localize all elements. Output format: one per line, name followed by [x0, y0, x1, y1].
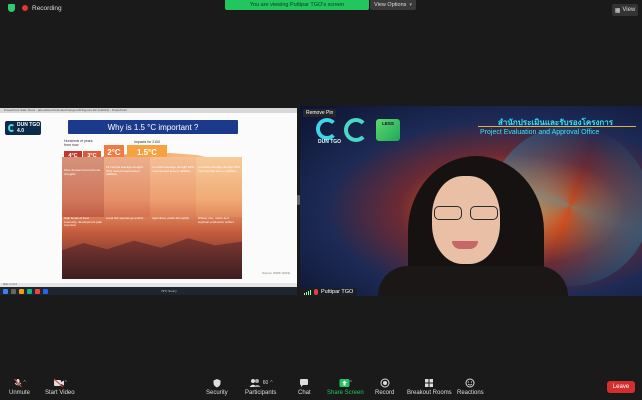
breakout-rooms-label: Breakout Rooms [407, 390, 452, 396]
participants-icon [249, 379, 261, 387]
impact-row2-4c: High levels of food insecurity, developm… [64, 216, 102, 228]
impact-row2-3c: Local fish species go extinct [106, 216, 144, 220]
reactions-label: Reactions [457, 390, 484, 396]
person-mouth [452, 241, 478, 249]
breakout-rooms-button[interactable]: Breakout Rooms [407, 378, 452, 396]
grid-icon: ▦ [614, 7, 621, 14]
chevron-up-icon[interactable]: ^ [23, 380, 25, 386]
mic-muted-icon [14, 378, 23, 388]
browser-icon[interactable] [27, 288, 32, 294]
dun-logo-icon [8, 124, 16, 132]
remove-pin-button[interactable]: Remove Pin [303, 109, 337, 117]
participants-button[interactable]: 60 ^ Participants [245, 378, 276, 396]
video-off-icon [53, 378, 64, 388]
slide-source: Source: WWF (2019) [262, 271, 291, 275]
slide-logo: DUN TGO 4.0 [5, 121, 41, 135]
share-screen-button[interactable]: ^ Share Screen [327, 378, 364, 396]
shield-icon [8, 4, 15, 12]
powerpoint-icon[interactable] [35, 288, 40, 294]
security-button[interactable]: Security [206, 378, 228, 396]
slide-title: Why is 1.5 °C important ? [68, 120, 238, 134]
impact-row1-2c: 4 months average drought 41% more burned… [152, 165, 194, 173]
security-label: Security [206, 390, 228, 396]
view-button[interactable]: ▦ View [612, 4, 638, 16]
windows-taskbar: 79°F Sunny [0, 287, 297, 295]
meeting-toolbar: ^ Unmute ^ Start Video Security 60 ^ Par… [0, 373, 642, 400]
record-dot-icon [22, 5, 28, 11]
impact-scene: More frequent and extreme droughts 16 mo… [62, 157, 242, 279]
record-icon [380, 378, 390, 388]
dun-logo-icon [316, 118, 338, 140]
slide-logo-text: DUN TGO 4.0 [17, 122, 41, 134]
folder-icon[interactable] [19, 288, 24, 294]
participant-video: Remove Pin DUN TGO LESS สำนักประเมินและร… [300, 106, 642, 296]
impact-row1-3c: 16 months average drought 51% more burne… [106, 165, 143, 177]
leave-button[interactable]: Leave [607, 381, 635, 393]
impact-row2-2c: Agriculture yields fall rapidly [152, 216, 190, 220]
label-historic: Hundreds of years from now [64, 139, 93, 147]
top-bar: Recording You are viewing Puttipar TGO's… [0, 0, 642, 18]
weather-text: 79°F Sunny [161, 289, 177, 293]
viewing-banner: You are viewing Puttipar TGO's screen [225, 0, 369, 10]
zoom-icon[interactable] [43, 288, 48, 294]
office-name-english: Project Evaluation and Approval Office [480, 129, 600, 136]
record-button[interactable]: Record [375, 378, 394, 396]
person-face [432, 176, 500, 264]
participant-name-bar: Puttipar TGO [300, 288, 358, 296]
chevron-down-icon: ▾ [409, 2, 412, 8]
view-button-label: View [622, 7, 636, 13]
impact-row2-1-5c: Wheat, rice, maize and soybean productio… [198, 216, 234, 224]
impact-row1-4c: More frequent and extreme droughts [64, 168, 101, 176]
recording-indicator[interactable]: Recording [8, 4, 62, 12]
person-body [378, 266, 568, 296]
participants-label: Participants [245, 390, 277, 396]
shared-screen: PowerPoint Slide Show - [aboutDueToClima… [0, 108, 297, 295]
start-video-button[interactable]: ^ Start Video [45, 378, 75, 396]
mic-muted-icon [314, 289, 318, 295]
chat-label: Chat [298, 390, 311, 396]
signal-icon [304, 289, 311, 295]
view-options-label: View Options [374, 2, 407, 8]
landscape [62, 238, 242, 279]
dun-logo-text: DUN TGO [318, 139, 342, 145]
reactions-button[interactable]: Reactions [457, 378, 484, 396]
chevron-up-icon[interactable]: ^ [270, 380, 272, 386]
slide: DUN TGO 4.0 Why is 1.5 °C important ? Hu… [0, 113, 297, 283]
share-screen-icon [339, 379, 350, 387]
smiley-icon [465, 378, 475, 388]
impact-row1-1-5c: 2 months average drought 41% more burned… [198, 165, 240, 173]
windows-start-icon[interactable] [3, 288, 8, 294]
chat-button[interactable]: Chat [298, 378, 311, 396]
breakout-rooms-icon [425, 379, 434, 387]
participants-count: 60 [262, 380, 269, 386]
share-screen-label: Share Screen [327, 390, 364, 396]
column-4c [62, 157, 104, 217]
less-logo: LESS [376, 119, 400, 141]
unmute-button[interactable]: ^ Unmute [9, 378, 30, 396]
office-name-thai: สำนักประเมินและรับรองโครงการ [498, 118, 614, 127]
recording-label: Recording [32, 4, 62, 12]
participant-name: Puttipar TGO [321, 289, 354, 295]
office-divider [478, 126, 636, 127]
record-label: Record [375, 390, 395, 396]
unmute-label: Unmute [9, 390, 31, 396]
view-options-button[interactable]: View Options ▾ [370, 0, 416, 10]
chevron-up-icon[interactable]: ^ [65, 380, 67, 386]
start-video-label: Start Video [45, 390, 75, 396]
chat-icon [300, 379, 309, 387]
shield-icon [213, 379, 221, 388]
chevron-up-icon[interactable]: ^ [350, 380, 352, 386]
glasses [434, 206, 498, 220]
search-icon[interactable] [11, 288, 16, 294]
label-present: Impacts for 2100 [134, 140, 161, 144]
c-logo-icon [344, 118, 368, 142]
